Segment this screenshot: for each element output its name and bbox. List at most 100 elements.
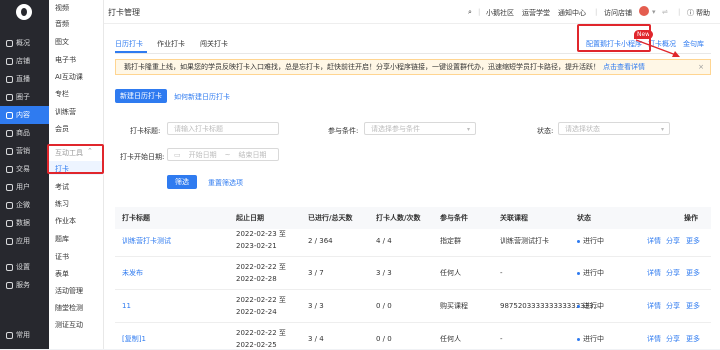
more-link[interactable]: 更多 [686, 268, 700, 278]
share-link[interactable]: 分享 [666, 301, 680, 311]
nav-item-circle[interactable]: 圈子 [0, 88, 49, 106]
submenu-item-article[interactable]: 图文 [55, 37, 69, 47]
tab-divider [115, 53, 711, 54]
more-link[interactable]: 更多 [686, 301, 700, 311]
status-select[interactable]: 请选择状态 ▾ [558, 122, 670, 135]
submenu-item-member[interactable]: 会员 [55, 124, 69, 134]
nav-item-settings[interactable]: 设置 [0, 258, 49, 276]
notice-text: 鹅打卡隆重上线，如果您的学员反映打卡入口难找，总是忘打卡，赶快前往开启！分享小程… [124, 63, 600, 71]
submenu-item-homework[interactable]: 作业本 [55, 216, 76, 226]
submenu-item-video[interactable]: 视频 [55, 3, 69, 13]
tab-homework-checkin[interactable]: 作业打卡 [157, 39, 185, 49]
nav-item-frequent[interactable]: 常用 [0, 326, 49, 344]
row-progress: 2 / 364 [308, 237, 333, 245]
submenu-item-activity[interactable]: 活动管理 [55, 286, 83, 296]
row-end: 2022-02-28 [236, 275, 277, 283]
row-condition: 任何人 [440, 335, 461, 343]
date-range-picker[interactable]: ▭ 开始日期 ~ 结束日期 [167, 148, 279, 161]
nav-item-user[interactable]: 用户 [0, 178, 49, 196]
row-course: 训练营测试打卡 [500, 237, 549, 245]
col-status: 状态 [577, 214, 591, 222]
submenu-item-questions[interactable]: 题库 [55, 234, 69, 244]
page-title: 打卡管理 [108, 8, 140, 17]
wecom-icon [6, 201, 13, 209]
notice-link[interactable]: 点击查看详情 [603, 62, 645, 72]
row-course: - [500, 269, 503, 277]
create-checkin-button[interactable]: 新建日历打卡 [115, 89, 167, 103]
row-status: 进行中 [577, 334, 604, 344]
reset-filters-link[interactable]: 重置筛选项 [208, 178, 243, 188]
main-panel: 日历打卡 作业打卡 闯关打卡 配置鹅打卡小程序 New 打卡概况 金句库 鹅打卡… [104, 24, 720, 349]
row-title[interactable]: 11 [122, 301, 131, 311]
submenu-item-exam[interactable]: 考试 [55, 182, 69, 192]
row-start: 2022-02-23 至 [236, 230, 286, 238]
row-title[interactable]: [复制]1 [122, 334, 146, 344]
tab-calendar-checkin[interactable]: 日历打卡 [115, 39, 143, 49]
submenu-item-interactive-test[interactable]: 测证互动 [55, 320, 83, 330]
nav-item-goods[interactable]: 商品 [0, 124, 49, 142]
header-link-academy[interactable]: 运营学堂 [522, 8, 550, 18]
submenu-item-quiz[interactable]: 随堂检测 [55, 303, 83, 313]
row-progress: 3 / 7 [308, 269, 324, 277]
header-link-community[interactable]: 小鹅社区 [486, 8, 514, 18]
more-link[interactable]: 更多 [686, 236, 700, 246]
nav-item-marketing[interactable]: 营销 [0, 142, 49, 160]
header-link-help[interactable]: 帮助 [696, 8, 710, 18]
header-link-notifications[interactable]: 通知中心 [558, 8, 586, 18]
detail-link[interactable]: 详情 [647, 301, 661, 311]
nav-item-apps[interactable]: 应用 [0, 232, 49, 250]
search-button[interactable]: 筛选 [167, 175, 197, 189]
howto-create-link[interactable]: 如何新建日历打卡 [174, 92, 230, 102]
col-progress: 已进行/总天数 [308, 214, 353, 222]
data-icon [6, 219, 13, 227]
app-logo [16, 4, 32, 20]
row-course: - [500, 335, 503, 343]
submenu-item-camp[interactable]: 训练营 [55, 107, 76, 117]
submenu-item-audio[interactable]: 音频 [55, 19, 69, 29]
chevron-down-icon[interactable]: ▾ [652, 8, 656, 16]
row-title[interactable]: 未发布 [122, 268, 143, 278]
search-icon[interactable]: ⌕ [468, 8, 472, 17]
avatar[interactable] [639, 6, 649, 16]
header-link-visit-shop[interactable]: 访问店铺 [604, 8, 632, 18]
detail-link[interactable]: 详情 [647, 334, 661, 344]
share-link[interactable]: 分享 [666, 334, 680, 344]
submenu-item-form[interactable]: 表单 [55, 269, 69, 279]
chevron-down-icon: ▾ [466, 126, 470, 133]
row-count: 0 / 0 [376, 335, 392, 343]
nav-item-live[interactable]: 直播 [0, 70, 49, 88]
detail-link[interactable]: 详情 [647, 236, 661, 246]
title-input[interactable]: 请输入打卡标题 [167, 122, 279, 135]
nav-item-wecom[interactable]: 企微 [0, 196, 49, 214]
nav-item-service[interactable]: 服务 [0, 276, 49, 294]
share-link[interactable]: 分享 [666, 268, 680, 278]
nav-item-content[interactable]: 内容 [0, 106, 49, 124]
row-start: 2022-02-22 至 [236, 329, 286, 337]
row-title[interactable]: 训练营打卡测试 [122, 236, 171, 246]
row-progress: 3 / 4 [308, 335, 324, 343]
more-link[interactable]: 更多 [686, 334, 700, 344]
detail-link[interactable]: 详情 [647, 268, 661, 278]
nav-item-overview[interactable]: 概况 [0, 34, 49, 52]
nav-item-data[interactable]: 数据 [0, 214, 49, 232]
dropdown-icon[interactable]: ⇌ [662, 8, 668, 16]
submenu-item-practice[interactable]: 练习 [55, 199, 69, 209]
close-icon[interactable]: × [698, 63, 704, 71]
submenu-item-certificate[interactable]: 证书 [55, 252, 69, 262]
submenu-item-ebook[interactable]: 电子书 [55, 55, 76, 65]
row-count: 4 / 4 [376, 237, 392, 245]
nav-item-shop[interactable]: 店铺 [0, 52, 49, 70]
submenu-item-column[interactable]: 专栏 [55, 89, 69, 99]
row-count: 0 / 0 [376, 302, 392, 310]
submenu-item-ai-course[interactable]: AI互动课 [55, 72, 83, 82]
nav-item-trade[interactable]: 交易 [0, 160, 49, 178]
help-icon[interactable]: ⓘ [687, 8, 694, 18]
tab-level-checkin[interactable]: 闯关打卡 [200, 39, 228, 49]
row-divider [115, 256, 711, 257]
condition-select[interactable]: 请选择参与条件 ▾ [364, 122, 476, 135]
share-link[interactable]: 分享 [666, 236, 680, 246]
divider: | [595, 8, 598, 16]
calendar-icon: ▭ [174, 150, 181, 159]
top-header: 打卡管理 ⌕ | 小鹅社区 运营学堂 通知中心 | 访问店铺 ▾ ⇌ | ⓘ 帮… [104, 0, 720, 24]
quote-library-link[interactable]: 金句库 [683, 39, 704, 49]
